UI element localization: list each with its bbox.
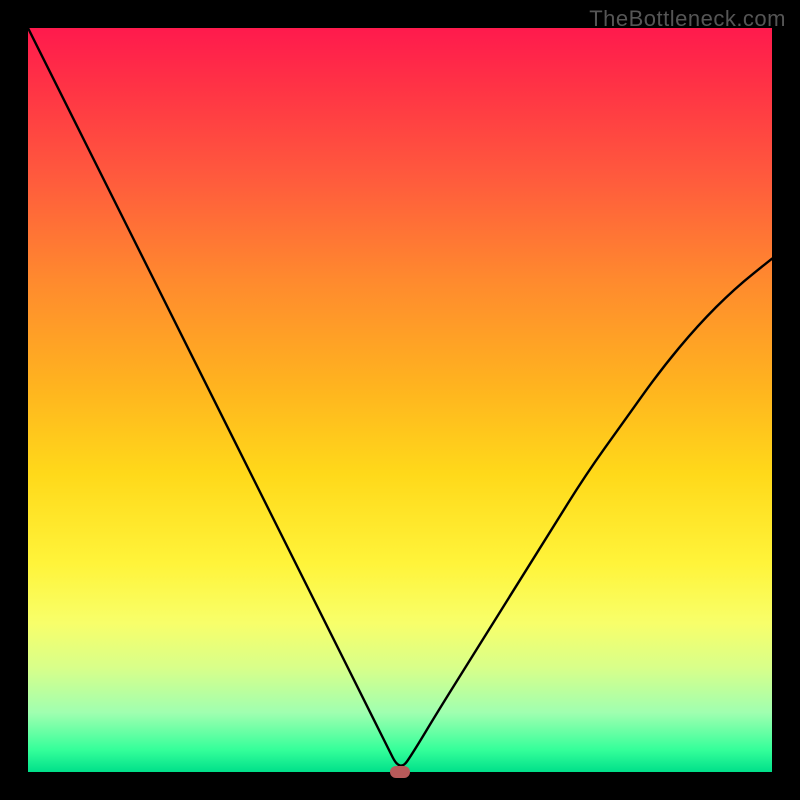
watermark-text: TheBottleneck.com [589, 6, 786, 32]
chart-frame: TheBottleneck.com [0, 0, 800, 800]
curve-path [28, 28, 772, 766]
optimal-point-marker [390, 766, 410, 778]
bottleneck-curve [28, 28, 772, 772]
plot-area [28, 28, 772, 772]
